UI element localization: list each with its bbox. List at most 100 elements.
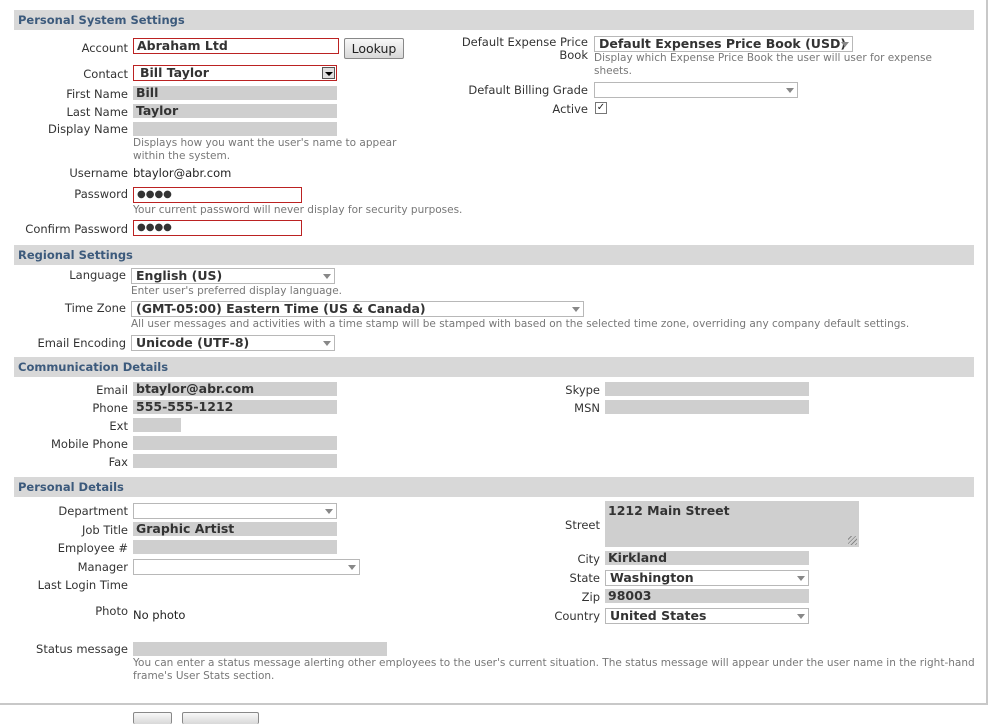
mobile-field[interactable] xyxy=(133,436,337,450)
fax-field[interactable] xyxy=(133,454,337,468)
chevron-down-icon xyxy=(841,42,849,47)
country-value: United States xyxy=(610,608,707,623)
contact-value: Bill Taylor xyxy=(140,65,209,80)
confirm-password-input[interactable]: ●●●● xyxy=(133,220,302,236)
display-name-field[interactable] xyxy=(133,122,337,136)
lookup-button[interactable]: Lookup xyxy=(344,38,404,59)
timezone-select[interactable]: (GMT-05:00) Eastern Time (US & Canada) xyxy=(131,301,584,317)
billing-grade-select[interactable] xyxy=(594,82,798,98)
ext-field[interactable] xyxy=(133,418,181,432)
zip-field[interactable]: 98003 xyxy=(605,589,809,603)
phone-label: Phone xyxy=(92,401,128,415)
state-value: Washington xyxy=(610,570,694,585)
account-label: Account xyxy=(81,41,128,55)
section-title: Personal System Settings xyxy=(18,13,185,27)
employee-number-field[interactable] xyxy=(133,540,337,554)
active-checkbox[interactable]: ✓ xyxy=(595,102,607,114)
language-label: Language xyxy=(69,268,126,282)
language-value: English (US) xyxy=(136,268,223,283)
employee-number-label: Employee # xyxy=(57,541,128,555)
last-name-label: Last Name xyxy=(66,105,128,119)
form-button[interactable] xyxy=(182,712,259,724)
timezone-hint: All user messages and activities with a … xyxy=(131,318,910,330)
password-label: Password xyxy=(74,187,128,201)
confirm-password-label: Confirm Password xyxy=(25,222,128,236)
country-label: Country xyxy=(554,609,600,623)
chevron-down-icon xyxy=(572,307,580,312)
display-name-label: Display Name xyxy=(48,122,128,136)
job-title-field[interactable]: Graphic Artist xyxy=(133,522,337,536)
email-field[interactable]: btaylor@abr.com xyxy=(133,382,337,396)
photo-label: Photo xyxy=(95,604,128,618)
encoding-select[interactable]: Unicode (UTF-8) xyxy=(131,335,335,351)
expense-price-book-value: Default Expenses Price Book (USD) xyxy=(599,36,847,51)
section-title: Communication Details xyxy=(18,360,169,374)
street-value: 1212 Main Street xyxy=(608,503,730,518)
timezone-label: Time Zone xyxy=(64,301,126,315)
skype-label: Skype xyxy=(565,383,600,397)
encoding-label: Email Encoding xyxy=(37,336,126,350)
photo-value: No photo xyxy=(133,608,186,622)
first-name-field[interactable]: Bill xyxy=(133,86,337,100)
chevron-down-icon xyxy=(325,509,333,514)
status-message-hint: You can enter a status message alerting … xyxy=(133,657,975,682)
timezone-value: (GMT-05:00) Eastern Time (US & Canada) xyxy=(136,301,426,316)
username-label: Username xyxy=(69,166,128,180)
ext-label: Ext xyxy=(109,419,128,433)
msn-field[interactable] xyxy=(605,400,809,414)
section-title: Regional Settings xyxy=(18,248,133,262)
msn-label: MSN xyxy=(574,401,600,415)
chevron-down-icon xyxy=(323,341,331,346)
encoding-value: Unicode (UTF-8) xyxy=(136,335,250,350)
chevron-down-icon[interactable] xyxy=(322,67,335,79)
password-input[interactable]: ●●●● xyxy=(133,187,302,203)
active-label: Active xyxy=(552,102,588,116)
username-value: btaylor@abr.com xyxy=(133,166,232,180)
fax-label: Fax xyxy=(108,455,128,469)
contact-label: Contact xyxy=(83,67,128,81)
last-login-label: Last Login Time xyxy=(37,578,128,592)
zip-label: Zip xyxy=(581,590,600,604)
contact-select[interactable]: Bill Taylor xyxy=(133,65,337,81)
password-hint: Your current password will never display… xyxy=(133,204,463,216)
expense-price-book-hint: Display which Expense Price Book the use… xyxy=(594,52,932,77)
chevron-down-icon xyxy=(323,274,331,279)
section-header-communication: Communication Details xyxy=(14,357,974,377)
city-label: City xyxy=(577,552,600,566)
expense-price-book-label: Default Expense Price Book xyxy=(461,35,588,62)
section-header-personal-system: Personal System Settings xyxy=(14,10,974,30)
form-button[interactable] xyxy=(133,712,172,724)
account-input[interactable]: Abraham Ltd xyxy=(133,38,339,54)
chevron-down-icon xyxy=(348,565,356,570)
last-name-field[interactable]: Taylor xyxy=(133,104,337,118)
mobile-label: Mobile Phone xyxy=(50,437,128,451)
city-field[interactable]: Kirkland xyxy=(605,551,809,565)
status-message-label: Status message xyxy=(36,642,128,656)
street-label: Street xyxy=(565,518,600,532)
language-select[interactable]: English (US) xyxy=(131,268,335,284)
state-select[interactable]: Washington xyxy=(605,570,809,586)
language-hint: Enter user's preferred display language. xyxy=(131,285,343,297)
resize-grip-icon[interactable] xyxy=(848,536,857,545)
skype-field[interactable] xyxy=(605,382,809,396)
street-textarea[interactable]: 1212 Main Street xyxy=(605,501,859,547)
section-header-personal-details: Personal Details xyxy=(14,477,974,497)
chevron-down-icon xyxy=(797,614,805,619)
email-label: Email xyxy=(96,383,128,397)
expense-price-book-select[interactable]: Default Expenses Price Book (USD) xyxy=(594,36,853,52)
display-name-hint: Displays how you want the user's name to… xyxy=(133,137,397,162)
job-title-label: Job Title xyxy=(81,523,128,537)
first-name-label: First Name xyxy=(66,87,128,101)
section-title: Personal Details xyxy=(18,480,124,494)
section-header-regional: Regional Settings xyxy=(14,245,974,265)
status-message-field[interactable] xyxy=(133,642,387,656)
state-label: State xyxy=(569,571,600,585)
country-select[interactable]: United States xyxy=(605,608,809,624)
manager-select[interactable] xyxy=(133,559,360,575)
chevron-down-icon xyxy=(786,88,794,93)
phone-field[interactable]: 555-555-1212 xyxy=(133,400,337,414)
department-select[interactable] xyxy=(133,503,337,519)
chevron-down-icon xyxy=(797,576,805,581)
manager-label: Manager xyxy=(77,560,128,574)
billing-grade-label: Default Billing Grade xyxy=(468,83,588,97)
